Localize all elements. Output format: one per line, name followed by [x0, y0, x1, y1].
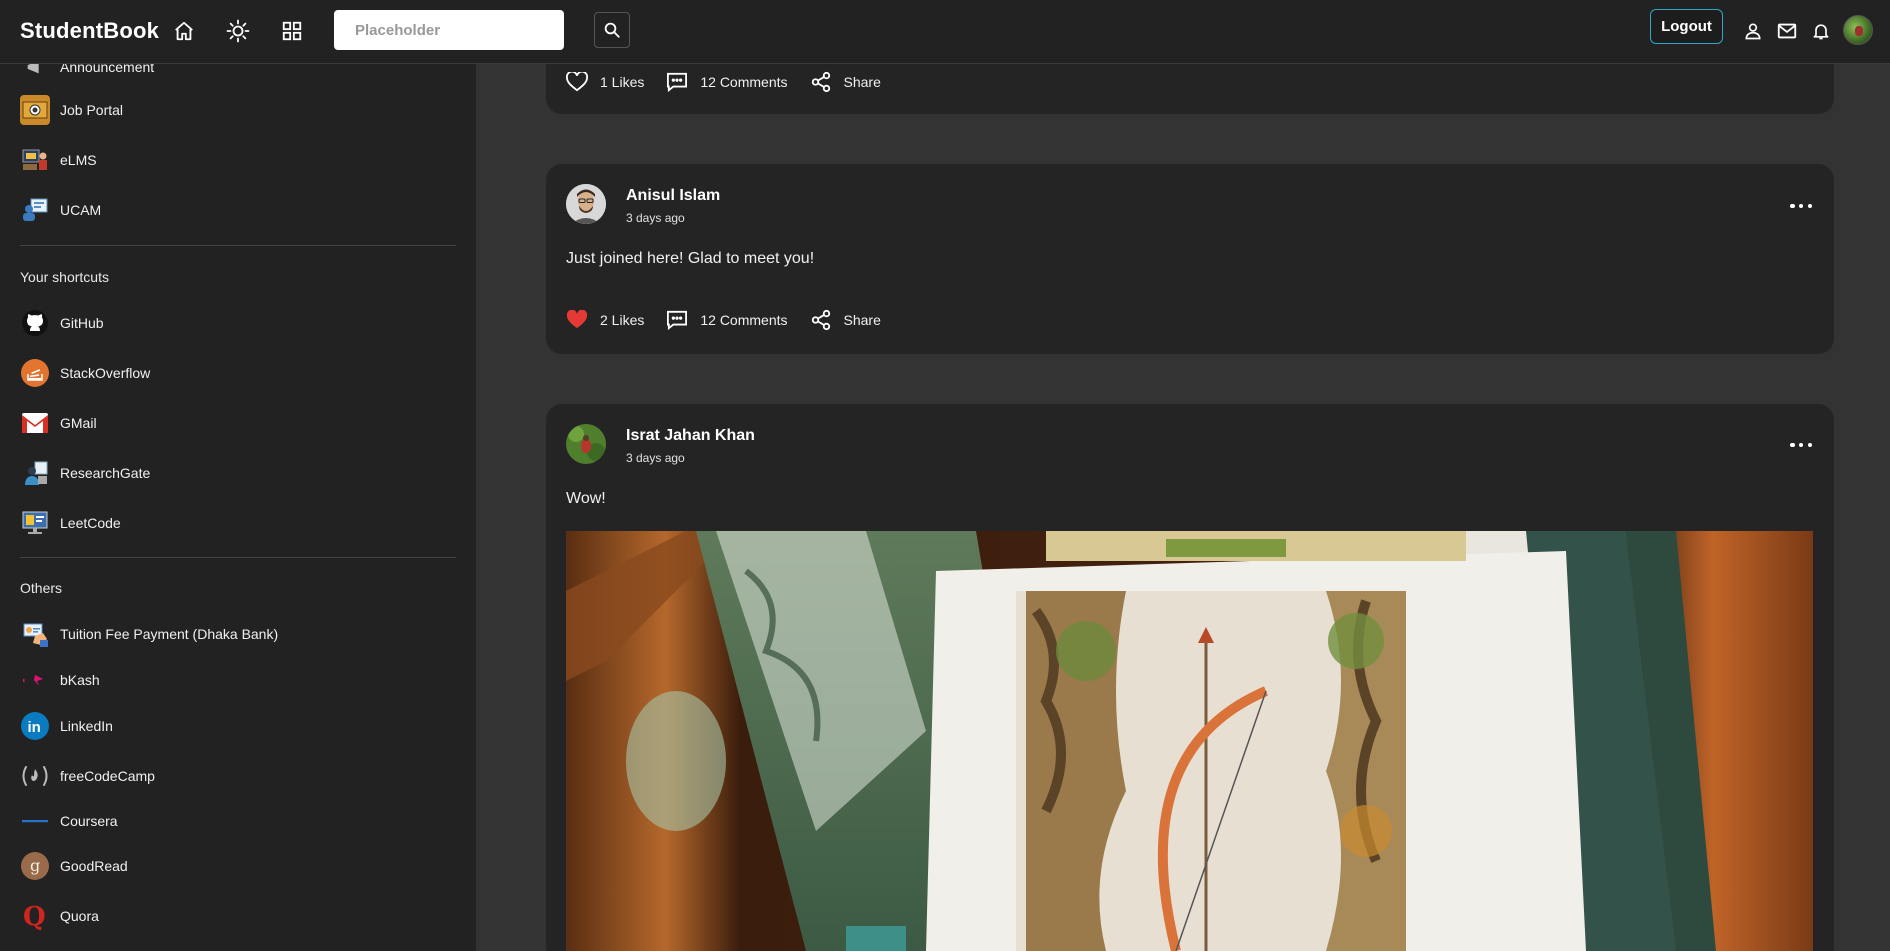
- post-time: 3 days ago: [626, 211, 685, 225]
- elms-icon: [20, 145, 50, 175]
- gmail-icon: [20, 408, 50, 438]
- brand-logo[interactable]: StudentBook: [20, 18, 159, 44]
- goodread-icon: g: [20, 851, 50, 881]
- like-button[interactable]: 2 Likes: [566, 310, 644, 330]
- sidebar-item-gmail[interactable]: GMail: [20, 406, 97, 440]
- profile-icon[interactable]: [1740, 18, 1766, 44]
- share-button[interactable]: Share: [810, 71, 881, 93]
- comment-icon: [667, 310, 688, 330]
- post-card: Anisul Islam 3 days ago Just joined here…: [546, 164, 1834, 354]
- post-text: Wow!: [566, 490, 606, 507]
- comment-count: 12 Comments: [700, 74, 788, 90]
- like-count: 1 Likes: [600, 74, 645, 90]
- sidebar-divider: [20, 245, 456, 246]
- sidebar-item-elms[interactable]: eLMS: [20, 143, 97, 177]
- author-avatar[interactable]: [566, 424, 606, 464]
- share-label: Share: [843, 74, 881, 90]
- sidebar-item-leetcode[interactable]: LeetCode: [20, 506, 121, 540]
- heart-outline-icon: [566, 72, 588, 92]
- sidebar-item-quora[interactable]: Q Quora: [20, 899, 99, 933]
- more-options-icon[interactable]: [1790, 440, 1812, 450]
- left-sidebar: Announcement Job Portal eLMS UCAM Your s…: [0, 59, 476, 951]
- bell-icon[interactable]: [1808, 18, 1834, 44]
- sidebar-item-tuition-payment[interactable]: Tuition Fee Payment (Dhaka Bank): [20, 617, 278, 651]
- sidebar-item-label: freeCodeCamp: [60, 768, 155, 784]
- sidebar-item-job-portal[interactable]: Job Portal: [20, 93, 123, 127]
- home-icon[interactable]: [170, 17, 198, 45]
- svg-text:Q: Q: [23, 902, 46, 930]
- post-text: Just joined here! Glad to meet you!: [566, 250, 815, 267]
- heart-filled-icon: [566, 310, 588, 329]
- post-actions: 1 Likes 12 Comments Share: [566, 68, 903, 96]
- payment-icon: [20, 619, 50, 649]
- github-icon: [20, 308, 50, 338]
- share-label: Share: [843, 312, 881, 328]
- researchgate-icon: [20, 458, 50, 488]
- bkash-icon: [20, 665, 50, 695]
- author-avatar[interactable]: [566, 184, 606, 224]
- post-time: 3 days ago: [626, 451, 685, 465]
- like-button[interactable]: 1 Likes: [566, 72, 644, 92]
- user-avatar[interactable]: [1843, 15, 1873, 45]
- search-input[interactable]: [334, 10, 564, 50]
- sidebar-item-label: Tuition Fee Payment (Dhaka Bank): [60, 626, 279, 642]
- sun-icon[interactable]: [224, 17, 252, 45]
- sidebar-item-linkedin[interactable]: in LinkedIn: [20, 709, 113, 743]
- post-actions: 2 Likes 12 Comments Share: [566, 306, 903, 334]
- others-heading: Others: [20, 580, 63, 596]
- search-button[interactable]: [594, 12, 630, 48]
- sidebar-item-stackoverflow[interactable]: StackOverflow: [20, 356, 150, 390]
- post-card: Israt Jahan Khan 3 days ago Wow!: [546, 404, 1834, 951]
- share-icon: [811, 309, 830, 331]
- comment-button[interactable]: 12 Comments: [666, 310, 788, 330]
- share-button[interactable]: Share: [810, 309, 881, 331]
- shortcuts-heading: Your shortcuts: [20, 269, 109, 285]
- sidebar-item-researchgate[interactable]: ResearchGate: [20, 456, 150, 490]
- post-author[interactable]: Israt Jahan Khan: [626, 427, 755, 445]
- svg-text:g: g: [30, 856, 40, 875]
- stackoverflow-icon: [20, 358, 50, 388]
- mail-icon[interactable]: [1774, 18, 1800, 44]
- sidebar-item-github[interactable]: GitHub: [20, 306, 104, 340]
- sidebar-item-label: Job Portal: [60, 102, 124, 118]
- comment-icon: [667, 72, 688, 92]
- sidebar-divider: [20, 557, 456, 558]
- search-icon: [603, 21, 621, 39]
- grid-icon[interactable]: [278, 17, 306, 45]
- comment-count: 12 Comments: [700, 312, 788, 328]
- sidebar-item-label: UCAM: [60, 202, 102, 218]
- sidebar-item-freecodecamp[interactable]: freeCodeCamp: [20, 759, 155, 793]
- sidebar-item-label: LinkedIn: [60, 718, 113, 734]
- share-icon: [811, 71, 830, 93]
- sidebar-item-label: LeetCode: [60, 515, 121, 531]
- ucam-icon: [20, 195, 50, 225]
- top-navbar: StudentBook Logout: [0, 0, 1890, 64]
- freecodecamp-icon: [20, 761, 50, 791]
- sidebar-item-label: bKash: [60, 672, 100, 688]
- sidebar-item-goodread[interactable]: g GoodRead: [20, 849, 128, 883]
- sidebar-item-ucam[interactable]: UCAM: [20, 193, 101, 227]
- sidebar-item-label: GMail: [60, 415, 97, 431]
- post-image[interactable]: [566, 531, 1813, 951]
- sidebar-item-label: GitHub: [60, 315, 104, 331]
- post-author[interactable]: Anisul Islam: [626, 187, 720, 205]
- sidebar-item-label: ResearchGate: [60, 465, 151, 481]
- quora-icon: Q: [20, 901, 50, 931]
- leetcode-icon: [20, 508, 50, 538]
- svg-text:in: in: [28, 719, 41, 736]
- logout-button[interactable]: Logout: [1650, 9, 1723, 44]
- sidebar-item-bkash[interactable]: bKash: [20, 663, 100, 697]
- coursera-icon: [20, 806, 50, 836]
- sidebar-item-label: Quora: [60, 908, 99, 924]
- like-count: 2 Likes: [600, 312, 645, 328]
- sidebar-item-label: StackOverflow: [60, 365, 151, 381]
- more-options-icon[interactable]: [1790, 201, 1812, 211]
- comment-button[interactable]: 12 Comments: [666, 72, 788, 92]
- linkedin-icon: in: [20, 711, 50, 741]
- sidebar-item-coursera[interactable]: Coursera: [20, 804, 118, 838]
- sidebar-item-label: Coursera: [60, 813, 118, 829]
- job-portal-icon: [20, 95, 50, 125]
- sidebar-item-label: eLMS: [60, 152, 97, 168]
- sidebar-item-label: GoodRead: [60, 858, 128, 874]
